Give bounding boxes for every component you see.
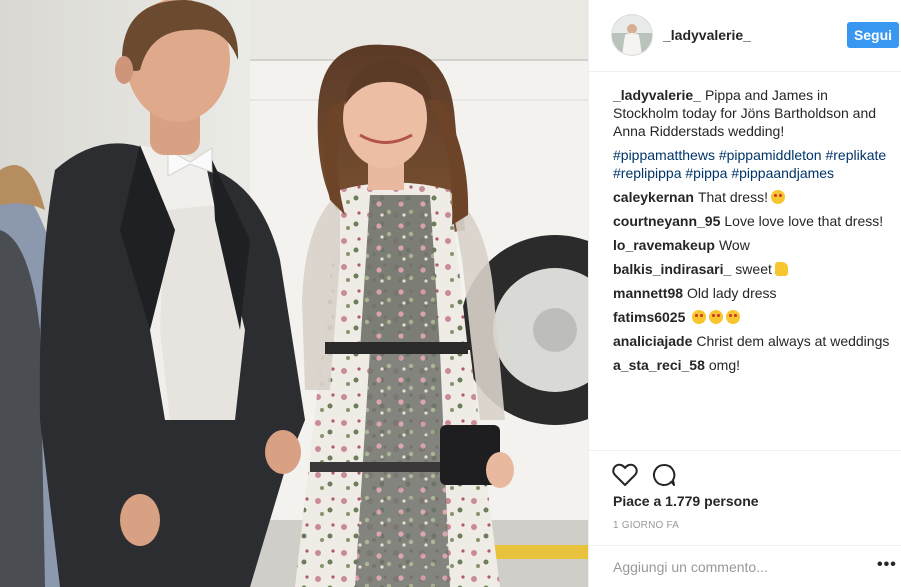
heart-icon[interactable] [612,463,638,492]
comment-username[interactable]: caleykernan [613,189,694,205]
post-photo[interactable] [0,0,588,587]
comment-username[interactable]: mannett98 [613,285,683,301]
comment: courtneyann_95 Love love love that dress! [613,212,893,230]
post-header: _ladyvalerie_ Segui [589,0,901,72]
comment-text: Love love love that dress! [724,213,884,229]
comment-text: omg! [708,357,740,373]
kiss-emoji-icon [692,310,707,324]
comment-text: Wow [718,237,750,253]
comment: caleykernan That dress! [613,188,893,206]
comment-input[interactable] [611,554,865,580]
comment-text: sweet [735,261,772,277]
thumbs-up-emoji-icon [774,262,788,276]
comment: a_sta_reci_58 omg! [613,356,893,374]
kiss-emoji-icon [709,310,724,324]
caption: _ladyvalerie_ Pippa and James in Stockhol… [613,86,893,140]
kiss-emoji-icon [726,310,741,324]
comment-username[interactable]: lo_ravemakeup [613,237,715,253]
more-options-icon[interactable]: ••• [877,557,897,573]
comment-text: Old lady dress [687,285,777,301]
action-bar [589,450,901,486]
comment-username[interactable]: courtneyann_95 [613,213,720,229]
comment-text: Christ dem always at weddings [696,333,890,349]
comment-username[interactable]: fatims6025 [613,309,685,325]
instagram-post: _ladyvalerie_ Segui _ladyvalerie_ Pippa a… [0,0,901,587]
comments-list: _ladyvalerie_ Pippa and James in Stockhol… [613,86,893,380]
header-username[interactable]: _ladyvalerie_ [663,27,751,43]
avatar[interactable] [612,15,652,55]
follow-button[interactable]: Segui [847,22,899,48]
comment-username[interactable]: analiciajade [613,333,692,349]
avatar-image [612,15,652,55]
comment-username[interactable]: balkis_indirasari_ [613,261,731,277]
comment: analiciajade Christ dem always at wedding… [613,332,893,350]
caption-username[interactable]: _ladyvalerie_ [613,87,701,103]
heart-eyes-emoji-icon [770,190,785,204]
photo-illustration [0,0,588,587]
post-details-panel: _ladyvalerie_ Segui _ladyvalerie_ Pippa a… [588,0,901,587]
comment-text: That dress! [697,189,768,205]
post-timestamp[interactable]: 1 GIORNO FA [613,520,679,531]
comment: fatims6025 [613,308,893,326]
comment: lo_ravemakeup Wow [613,236,893,254]
add-comment-section: ••• [589,545,901,587]
comment: balkis_indirasari_ sweet [613,260,893,278]
comment-bubble-icon[interactable] [652,463,676,492]
likes-count[interactable]: Piace a 1.779 persone [613,493,759,509]
comment: mannett98 Old lady dress [613,284,893,302]
caption-hashtags[interactable]: #pippamatthews #pippamiddleton #replikat… [613,146,893,182]
comment-username[interactable]: a_sta_reci_58 [613,357,705,373]
